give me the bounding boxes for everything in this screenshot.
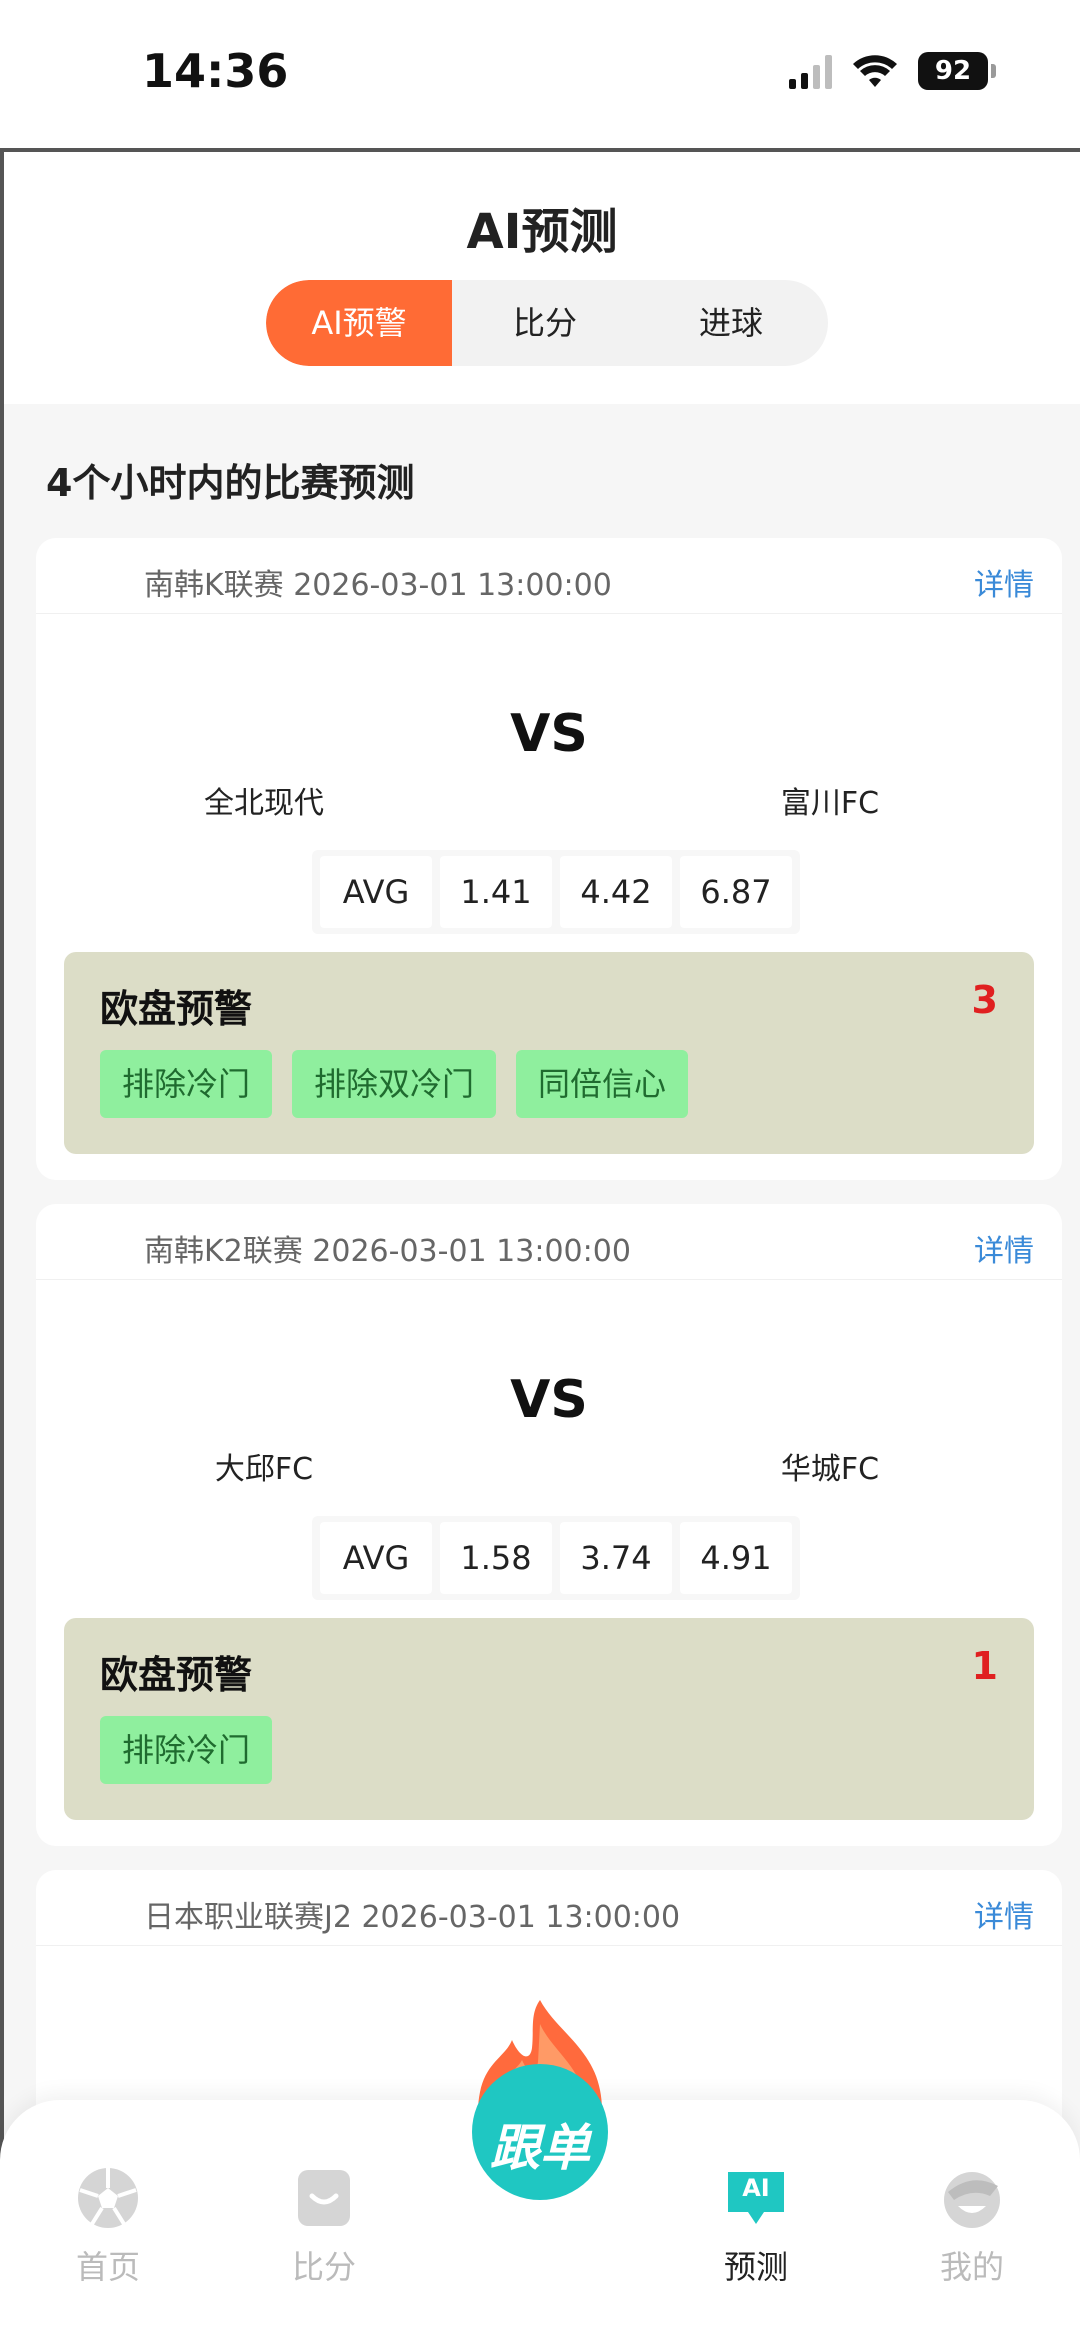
match-card-header: 南韩K2联赛 2026-03-01 13:00:00 详情: [36, 1204, 1062, 1280]
match-card: 南韩K联赛 2026-03-01 13:00:00 详情 VS 全北现代 富川F…: [36, 538, 1062, 1180]
match-card-header: 南韩K联赛 2026-03-01 13:00:00 详情: [36, 538, 1062, 614]
nav-label: 预测: [723, 2248, 788, 2286]
alert-count: 3: [971, 978, 998, 1022]
odds-home: 1.58: [440, 1522, 552, 1594]
page-title: AI预测: [466, 204, 618, 260]
match-card: 南韩K2联赛 2026-03-01 13:00:00 详情 VS 大邱FC 华城…: [36, 1204, 1062, 1846]
status-time: 14:36: [142, 44, 289, 98]
tab-ai-alert[interactable]: AI预警: [266, 280, 452, 366]
vs-label: VS: [510, 704, 588, 764]
tab-goals[interactable]: 进球: [638, 280, 824, 366]
league-time: 日本职业联赛J2 2026-03-01 13:00:00: [144, 1900, 681, 1935]
odds-away: 6.87: [680, 856, 792, 928]
nav-item-predict[interactable]: AI 预测: [676, 2166, 836, 2288]
odds-avg-label: AVG: [320, 1522, 432, 1594]
alert-count: 1: [971, 1644, 998, 1688]
away-team: 华城FC: [780, 1452, 880, 1487]
vs-label: VS: [510, 1370, 588, 1430]
league-time: 南韩K2联赛 2026-03-01 13:00:00: [144, 1234, 631, 1269]
tab-score[interactable]: 比分: [452, 280, 638, 366]
odds-draw: 4.42: [560, 856, 672, 928]
match-card-header: 日本职业联赛J2 2026-03-01 13:00:00 详情: [36, 1870, 1062, 1946]
alert-title: 欧盘预警: [100, 987, 253, 1031]
nav-item-score[interactable]: 比分: [244, 2166, 404, 2288]
page-header: AI预测 AI预警 比分 进球: [4, 152, 1080, 404]
status-icons: 92: [789, 52, 996, 90]
home-team: 大邱FC: [214, 1452, 314, 1487]
odds-avg-label: AVG: [320, 856, 432, 928]
wifi-icon: [853, 55, 897, 87]
soccer-ball-icon: [76, 2166, 140, 2230]
follow-order-label: 跟单: [490, 2119, 590, 2177]
odds-away: 4.91: [680, 1522, 792, 1594]
section-title: 4个小时内的比赛预测: [46, 461, 415, 505]
alert-tag: 排除冷门: [100, 1050, 273, 1118]
status-bar: 14:36 92: [0, 0, 1080, 148]
nav-label: 比分: [291, 2248, 356, 2286]
alert-tag: 排除双冷门: [292, 1050, 497, 1118]
battery-indicator: 92: [918, 52, 996, 90]
alert-tags: 排除冷门: [100, 1716, 273, 1784]
odds-row: AVG 1.58 3.74 4.91: [312, 1516, 800, 1600]
home-team: 全北现代: [204, 786, 324, 821]
score-bag-icon: [292, 2166, 356, 2230]
ai-badge-text: AI: [742, 2174, 770, 2202]
odds-draw: 3.74: [560, 1522, 672, 1594]
detail-link[interactable]: 详情: [974, 560, 1034, 604]
nav-item-home[interactable]: 首页: [28, 2166, 188, 2288]
ai-chat-icon: AI: [724, 2166, 788, 2230]
nav-item-mine[interactable]: 我的: [892, 2166, 1052, 2288]
detail-link[interactable]: 详情: [974, 1226, 1034, 1270]
alert-tag: 同倍信心: [516, 1050, 689, 1118]
alert-title: 欧盘预警: [100, 1653, 253, 1697]
profile-face-icon: [940, 2166, 1004, 2230]
alert-tag: 排除冷门: [100, 1716, 273, 1784]
follow-order-button[interactable]: 跟单: [460, 2000, 620, 2200]
alert-tags: 排除冷门 排除双冷门 同倍信心: [100, 1050, 689, 1118]
segment-tabs: AI预警 比分 进球: [266, 280, 828, 366]
odds-row: AVG 1.41 4.42 6.87: [312, 850, 800, 934]
league-time: 南韩K联赛 2026-03-01 13:00:00: [144, 568, 612, 603]
alert-box: 欧盘预警 3 排除冷门 排除双冷门 同倍信心: [64, 952, 1034, 1154]
detail-link[interactable]: 详情: [974, 1892, 1034, 1936]
odds-home: 1.41: [440, 856, 552, 928]
cellular-signal-icon: [789, 53, 832, 89]
nav-label: 首页: [75, 2248, 140, 2286]
away-team: 富川FC: [780, 786, 880, 821]
alert-box: 欧盘预警 1 排除冷门: [64, 1618, 1034, 1820]
nav-label: 我的: [939, 2248, 1004, 2286]
